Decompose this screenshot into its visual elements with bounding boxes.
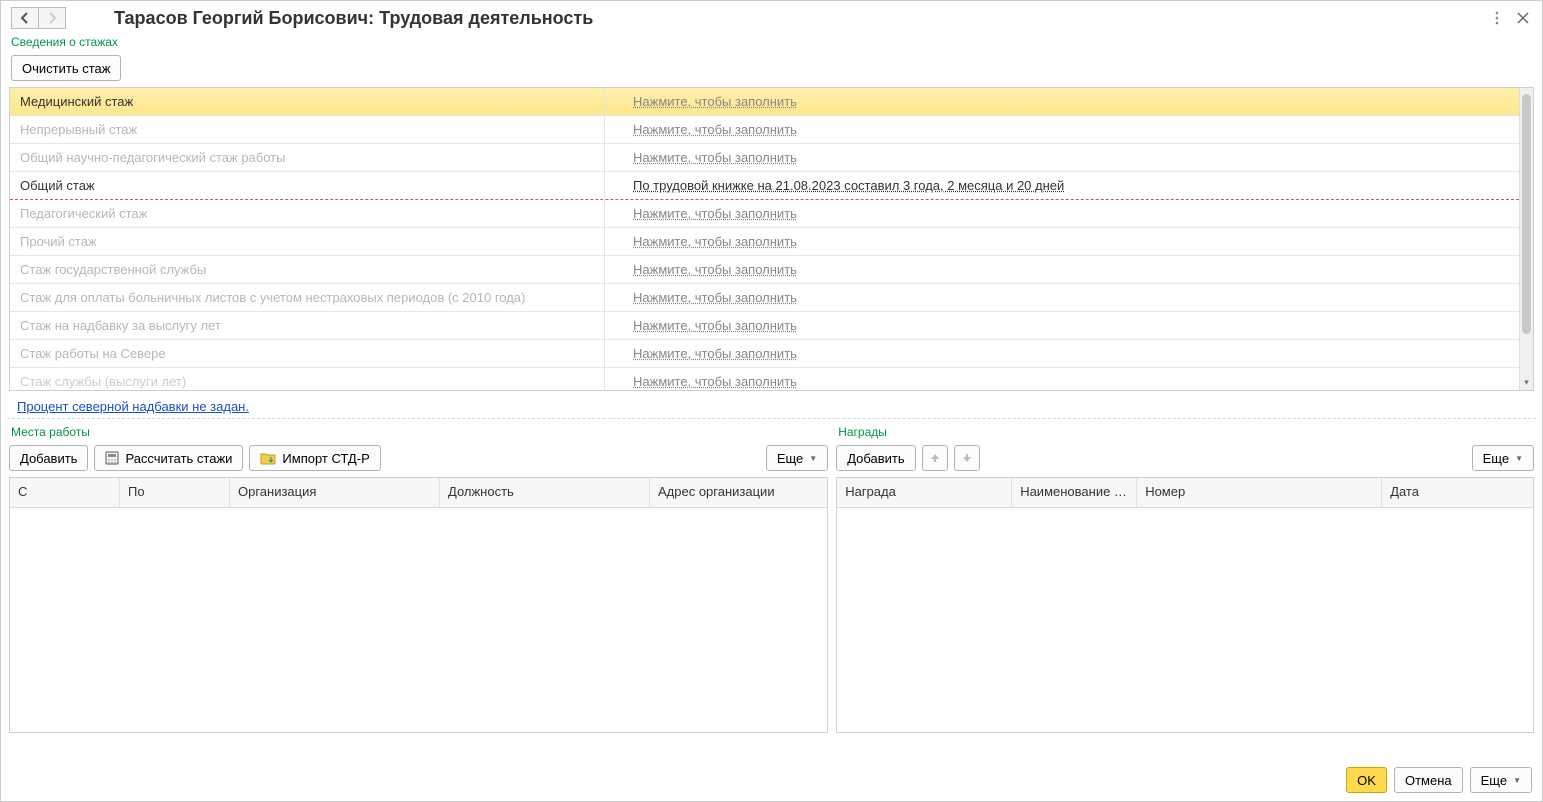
north-bonus-link[interactable]: Процент северной надбавки не задан. [17,399,249,414]
seniority-value-cell: Нажмите, чтобы заполнить [605,150,1519,165]
seniority-value-cell: Нажмите, чтобы заполнить [605,374,1519,389]
aw-col-date[interactable]: Дата [1382,478,1533,507]
seniority-name-cell: Стаж государственной службы [10,256,605,283]
seniority-row[interactable]: Педагогический стаж Нажмите, чтобы заполн… [10,200,1519,228]
folder-import-icon [260,450,276,466]
calculator-icon [105,451,119,465]
seniority-row[interactable]: Стаж службы (выслуги лет) Нажмите, чтобы … [10,368,1519,390]
import-stdr-button[interactable]: Импорт СТД-Р [249,445,380,471]
caret-down-icon: ▼ [1513,776,1521,785]
seniority-scrollbar[interactable]: ▾ [1519,88,1533,390]
seniority-row[interactable]: Общий стаж По трудовой книжке на 21.08.20… [10,172,1519,200]
footer-more-label: Еще [1481,773,1507,788]
seniority-fill-link[interactable]: Нажмите, чтобы заполнить [633,94,797,109]
awards-more-button[interactable]: Еще ▼ [1472,445,1534,471]
seniority-fill-link[interactable]: Нажмите, чтобы заполнить [633,122,797,137]
seniority-value-link[interactable]: По трудовой книжке на 21.08.2023 состави… [633,178,1064,193]
wp-col-org[interactable]: Организация [230,478,440,507]
seniority-name-cell: Прочий стаж [10,228,605,255]
ok-button[interactable]: OK [1346,767,1387,793]
section-label-awards: Награды [836,423,1534,441]
arrow-left-icon [19,12,31,24]
caret-down-icon: ▼ [1515,454,1523,463]
seniority-row[interactable]: Общий научно-педагогический стаж работы Н… [10,144,1519,172]
cancel-button[interactable]: Отмена [1394,767,1463,793]
seniority-name-cell: Непрерывный стаж [10,116,605,143]
workplaces-more-label: Еще [777,451,803,466]
arrow-up-icon [929,452,941,464]
seniority-value-cell: Нажмите, чтобы заполнить [605,346,1519,361]
seniority-row[interactable]: Стаж на надбавку за выслугу лет Нажмите, … [10,312,1519,340]
wp-col-to[interactable]: По [120,478,230,507]
aw-col-award[interactable]: Награда [837,478,1012,507]
seniority-row[interactable]: Стаж работы на Севере Нажмите, чтобы запо… [10,340,1519,368]
seniority-name-cell: Стаж на надбавку за выслугу лет [10,312,605,339]
page-title: Тарасов Георгий Борисович: Трудовая деят… [114,8,593,29]
seniority-fill-link[interactable]: Нажмите, чтобы заполнить [633,234,797,249]
seniority-name-cell: Стаж для оплаты больничных листов с учет… [10,284,605,311]
seniority-name-cell: Общий стаж [10,172,605,199]
move-down-button[interactable] [954,445,980,471]
caret-down-icon: ▼ [809,454,817,463]
more-menu-icon[interactable] [1488,9,1506,27]
workplaces-grid: С По Организация Должность Адрес организ… [9,477,828,733]
seniority-table: Медицинский стаж Нажмите, чтобы заполнить… [9,87,1534,391]
move-up-button[interactable] [922,445,948,471]
nav-back-button[interactable] [11,7,39,29]
aw-col-number[interactable]: Номер [1137,478,1382,507]
seniority-fill-link[interactable]: Нажмите, чтобы заполнить [633,206,797,221]
aw-col-doc-name[interactable]: Наименование д... [1012,478,1137,507]
wp-col-position[interactable]: Должность [440,478,650,507]
footer-more-button[interactable]: Еще ▼ [1470,767,1532,793]
scrollbar-arrow-down-icon[interactable]: ▾ [1520,377,1533,388]
awards-more-label: Еще [1483,451,1509,466]
seniority-name-cell: Педагогический стаж [10,200,605,227]
seniority-row[interactable]: Стаж государственной службы Нажмите, чтоб… [10,256,1519,284]
seniority-row[interactable]: Непрерывный стаж Нажмите, чтобы заполнить [10,116,1519,144]
wp-col-address[interactable]: Адрес организации [650,478,827,507]
seniority-name-cell: Общий научно-педагогический стаж работы [10,144,605,171]
seniority-name-cell: Стаж службы (выслуги лет) [10,368,605,390]
seniority-name-cell: Стаж работы на Севере [10,340,605,367]
close-icon[interactable] [1514,9,1532,27]
awards-grid-body[interactable] [837,508,1533,732]
seniority-fill-link[interactable]: Нажмите, чтобы заполнить [633,374,797,389]
seniority-fill-link[interactable]: Нажмите, чтобы заполнить [633,150,797,165]
seniority-value-cell: Нажмите, чтобы заполнить [605,234,1519,249]
import-stdr-label: Импорт СТД-Р [282,451,369,466]
clear-seniority-button[interactable]: Очистить стаж [11,55,121,81]
awards-grid: Награда Наименование д... Номер Дата [836,477,1534,733]
seniority-row[interactable]: Прочий стаж Нажмите, чтобы заполнить [10,228,1519,256]
section-label-workplaces: Места работы [9,423,828,441]
workplaces-more-button[interactable]: Еще ▼ [766,445,828,471]
seniority-value-cell: Нажмите, чтобы заполнить [605,122,1519,137]
seniority-value-cell: Нажмите, чтобы заполнить [605,206,1519,221]
calc-seniority-label: Рассчитать стажи [125,451,232,466]
wp-col-from[interactable]: С [10,478,120,507]
seniority-name-cell: Медицинский стаж [10,88,605,115]
seniority-value-cell: Нажмите, чтобы заполнить [605,318,1519,333]
seniority-value-cell: Нажмите, чтобы заполнить [605,290,1519,305]
seniority-fill-link[interactable]: Нажмите, чтобы заполнить [633,290,797,305]
calc-seniority-button[interactable]: Рассчитать стажи [94,445,243,471]
workplaces-grid-body[interactable] [10,508,827,732]
seniority-fill-link[interactable]: Нажмите, чтобы заполнить [633,262,797,277]
seniority-fill-link[interactable]: Нажмите, чтобы заполнить [633,346,797,361]
add-award-button[interactable]: Добавить [836,445,915,471]
section-label-seniority: Сведения о стажах [1,33,1542,51]
seniority-value-cell: По трудовой книжке на 21.08.2023 состави… [605,178,1519,193]
seniority-fill-link[interactable]: Нажмите, чтобы заполнить [633,318,797,333]
add-workplace-button[interactable]: Добавить [9,445,88,471]
scrollbar-thumb[interactable] [1522,94,1531,334]
arrow-down-icon [961,452,973,464]
seniority-value-cell: Нажмите, чтобы заполнить [605,94,1519,109]
arrow-right-icon [46,12,58,24]
seniority-value-cell: Нажмите, чтобы заполнить [605,262,1519,277]
nav-forward-button[interactable] [38,7,66,29]
seniority-row[interactable]: Стаж для оплаты больничных листов с учет… [10,284,1519,312]
seniority-row[interactable]: Медицинский стаж Нажмите, чтобы заполнить [10,88,1519,116]
